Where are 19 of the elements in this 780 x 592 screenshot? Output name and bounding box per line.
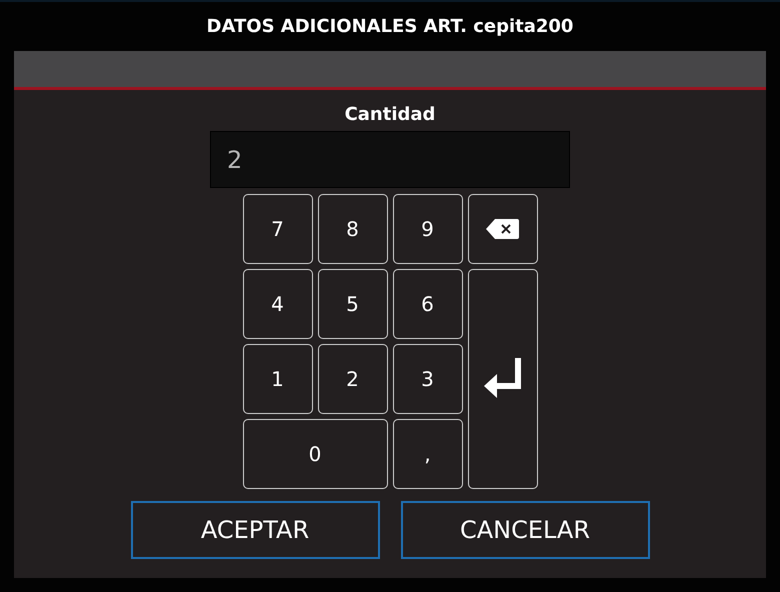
key-button[interactable]: 6: [392, 269, 462, 339]
key-button[interactable]: 8: [318, 194, 388, 264]
key-button[interactable]: 0: [242, 419, 388, 489]
key-button[interactable]: 4: [242, 269, 312, 339]
key-button[interactable]: ,: [392, 419, 462, 489]
key-button[interactable]: 9: [392, 194, 462, 264]
accept-button[interactable]: ACEPTAR: [130, 501, 380, 559]
dialog-title: DATOS ADICIONALES ART. cepita200: [206, 15, 574, 39]
key-button[interactable]: 2: [318, 344, 388, 414]
quantity-field[interactable]: 2: [210, 131, 570, 188]
backspace-button[interactable]: [468, 194, 538, 264]
field-label: Cantidad: [344, 104, 436, 125]
key-button[interactable]: 5: [318, 269, 388, 339]
key-button[interactable]: 7: [242, 194, 312, 264]
cancel-button[interactable]: CANCELAR: [400, 501, 650, 559]
backspace-icon: [484, 217, 520, 241]
key-button[interactable]: 1: [242, 344, 312, 414]
enter-button[interactable]: [468, 269, 538, 489]
key-button[interactable]: 3: [392, 344, 462, 414]
